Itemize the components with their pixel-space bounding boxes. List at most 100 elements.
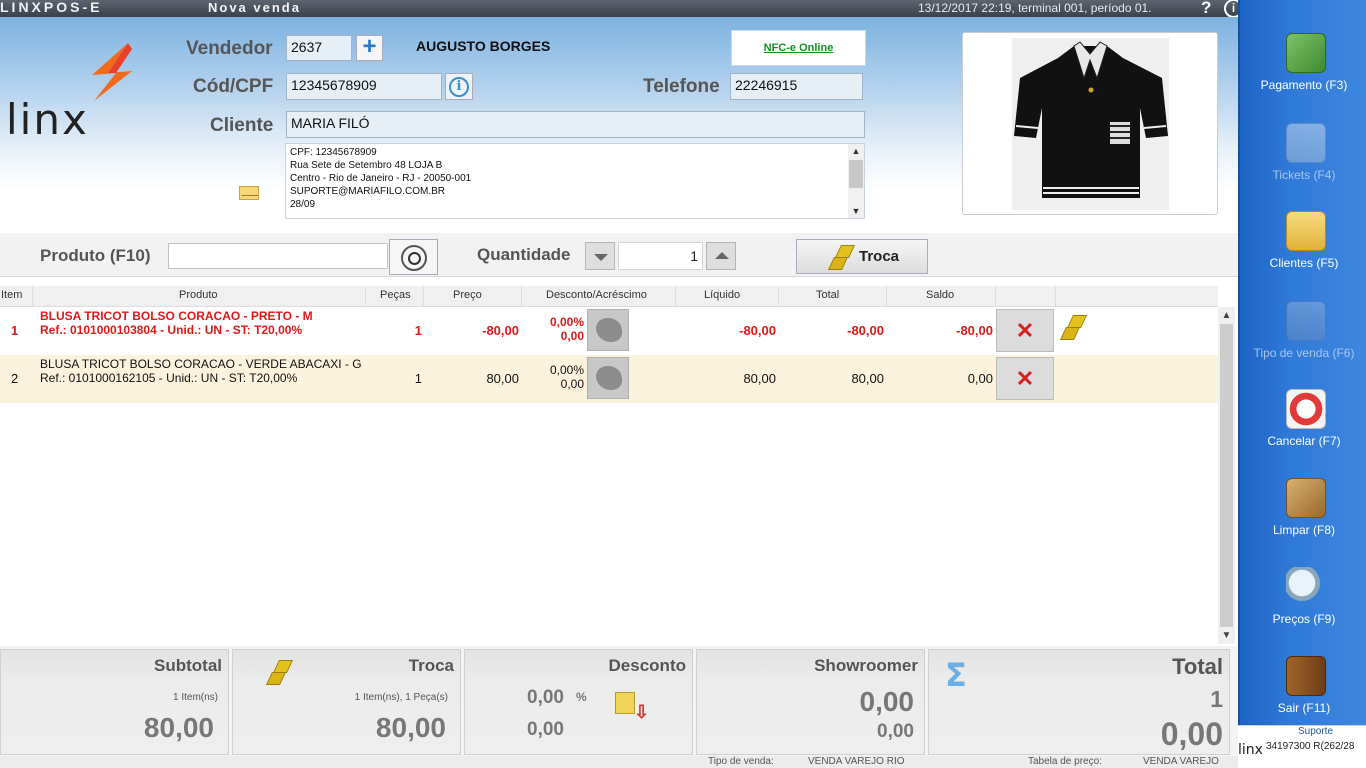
column-header-desconto: Desconto/Acréscimo [546, 289, 647, 301]
vendedor-label: Vendedor [186, 38, 273, 59]
row-product-name: BLUSA TRICOT BOLSO CORACAO - VERDE ABACA… [40, 357, 362, 371]
linx-logo: linx [6, 43, 146, 141]
produto-input[interactable] [168, 243, 388, 269]
sidebar-item-limpar[interactable]: Limpar (F8) [1240, 478, 1366, 564]
troca-title: Troca [408, 656, 454, 675]
sidebar-item-cancelar[interactable]: Cancelar (F7) [1240, 389, 1366, 475]
sale-header: linx Vendedor 2637 + AUGUSTO BORGES NFC-… [0, 17, 1238, 233]
help-icon[interactable]: ? [1201, 0, 1211, 18]
row-desconto-val: 0,00 [560, 377, 584, 391]
row-product-name: BLUSA TRICOT BOLSO CORACAO - PRETO - M [40, 309, 313, 323]
cancel-icon [1286, 389, 1326, 429]
screen-title: Nova venda [208, 0, 301, 15]
quantity-input[interactable]: 1 [618, 242, 703, 270]
troca-button[interactable]: Troca [796, 239, 928, 274]
row-preco: 80,00 [486, 371, 519, 386]
search-icon [401, 245, 427, 271]
sidebar-item-precos[interactable]: Preços (F9) [1240, 567, 1366, 653]
status-bar: Tipo de venda: VENDA VAREJO RIO Tabela d… [0, 756, 1238, 768]
produto-label: Produto (F10) [40, 246, 151, 265]
customer-address-box[interactable]: CPF: 12345678909 Rua Sete de Setembro 48… [285, 143, 865, 219]
column-header-produto: Produto [179, 289, 218, 301]
quantity-decrease-button[interactable] [585, 242, 615, 270]
scroll-thumb[interactable] [849, 160, 863, 188]
support-label: Suporte [1298, 726, 1334, 737]
shopping-bag-icon [1286, 301, 1326, 341]
nfce-online-link[interactable]: NFC-e Online [731, 30, 866, 66]
table-header: Item Produto Peças Preço Desconto/Acrésc… [0, 286, 1218, 307]
sidebar-item-label: Tickets (F4) [1272, 168, 1336, 182]
troca-count: 1 Item(ns), 1 Peça(s) [354, 692, 448, 703]
cliente-field[interactable]: MARIA FILÓ [286, 111, 865, 138]
row-product-ref: Ref.: 0101000162105 - Unid.: UN - ST: T2… [40, 371, 298, 385]
telefone-field[interactable]: 22246915 [730, 73, 863, 100]
add-vendedor-button[interactable]: + [356, 35, 383, 61]
scroll-thumb[interactable] [1220, 324, 1233, 627]
column-header-item: Item [1, 289, 23, 301]
sidebar-item-label: Pagamento (F3) [1260, 78, 1348, 92]
row-pecas: 1 [414, 323, 422, 338]
delete-item-button[interactable]: ✕ [996, 357, 1054, 400]
cpf-field[interactable]: 12345678909 [286, 73, 442, 100]
sidebar-item-clientes[interactable]: Clientes (F5) [1240, 211, 1366, 297]
vendedor-field[interactable]: 2637 [286, 35, 352, 61]
total-count: 1 [1210, 686, 1223, 712]
subtotal-title: Subtotal [154, 656, 222, 675]
vendedor-name: AUGUSTO BORGES [416, 38, 551, 54]
troca-value: 80,00 [375, 712, 446, 743]
sidebar-item-label: Sair (F11) [1277, 701, 1331, 715]
row-pecas: 1 [414, 371, 422, 386]
tipo-venda-label: Tipo de venda: [708, 756, 774, 767]
customer-info-button[interactable]: i [445, 73, 473, 100]
product-search-button[interactable] [389, 239, 438, 275]
showroomer-panel: Showroomer 0,00 0,00 [696, 649, 925, 755]
row-total: -80,00 [847, 323, 884, 338]
shirt-image [1012, 38, 1169, 210]
quantity-increase-button[interactable] [706, 242, 736, 270]
showroomer-value-2: 0,00 [877, 721, 914, 742]
tipo-venda-value: VENDA VAREJO RIO [808, 756, 905, 767]
total-value: 0,00 [1160, 716, 1223, 752]
row-desconto-pct: 0,00% [549, 315, 584, 329]
total-panel: Σ Total 1 0,00 [928, 649, 1230, 755]
linx-logo-text: linx [6, 95, 89, 144]
row-desconto: 0,00% 0,00 [524, 363, 584, 391]
sidebar-item-label: Limpar (F8) [1272, 523, 1335, 537]
product-image-panel [962, 32, 1218, 215]
scroll-up-icon[interactable]: ▲ [848, 144, 864, 158]
tabela-preco-value: VENDA VAREJO [1143, 756, 1219, 767]
sidebar-item-pagamento[interactable]: Pagamento (F3) [1240, 33, 1366, 119]
column-header-total: Total [816, 289, 840, 301]
exchange-icon [1059, 315, 1088, 341]
scroll-down-icon[interactable]: ▼ [848, 204, 864, 218]
support-box: Suporte linx 34197300 R(262/28 [1238, 725, 1366, 768]
address-line: Rua Sete de Setembro 48 LOJA B [290, 160, 443, 171]
discount-detail-button[interactable] [587, 309, 629, 351]
function-sidebar: Pagamento (F3) Tickets (F4) Clientes (F5… [1238, 0, 1366, 725]
scroll-up-icon[interactable]: ▲ [1218, 307, 1235, 324]
email-icon[interactable] [239, 186, 259, 200]
telefone-label: Telefone [643, 76, 720, 97]
items-table: Item Produto Peças Preço Desconto/Acrésc… [0, 286, 1238, 646]
product-entry-bar: Produto (F10) Quantidade 1 Troca [0, 233, 1238, 277]
support-number: 34197300 R(262/28 [1266, 741, 1355, 752]
sidebar-item-tipo-venda[interactable]: Tipo de venda (F6) [1240, 301, 1366, 387]
subtotal-count: 1 Item(ns) [172, 692, 218, 703]
sidebar-item-label: Tipo de venda (F6) [1253, 346, 1355, 360]
row-saldo: 0,00 [967, 371, 993, 386]
table-scrollbar[interactable]: ▲ ▼ [1218, 307, 1235, 644]
tickets-icon [1286, 123, 1326, 163]
scroll-down-icon[interactable]: ▼ [1218, 627, 1235, 644]
address-line: CPF: 12345678909 [290, 147, 377, 158]
delete-item-button[interactable]: ✕ [996, 309, 1054, 352]
tabela-preco-label: Tabela de preço: [1028, 756, 1102, 767]
apply-discount-icon[interactable]: ⇩ [615, 690, 649, 722]
sidebar-item-label: Cancelar (F7) [1267, 434, 1341, 448]
row-saldo: -80,00 [956, 323, 993, 338]
sidebar-item-tickets[interactable]: Tickets (F4) [1240, 123, 1366, 209]
discount-detail-button[interactable] [587, 357, 629, 399]
address-scrollbar[interactable]: ▲ ▼ [848, 144, 864, 218]
table-row[interactable]: 2 BLUSA TRICOT BOLSO CORACAO - VERDE ABA… [0, 355, 1218, 403]
totals-bar: Subtotal 1 Item(ns) 80,00 Troca 1 Item(n… [0, 646, 1238, 756]
table-row[interactable]: 1 BLUSA TRICOT BOLSO CORACAO - PRETO - M… [0, 307, 1218, 355]
